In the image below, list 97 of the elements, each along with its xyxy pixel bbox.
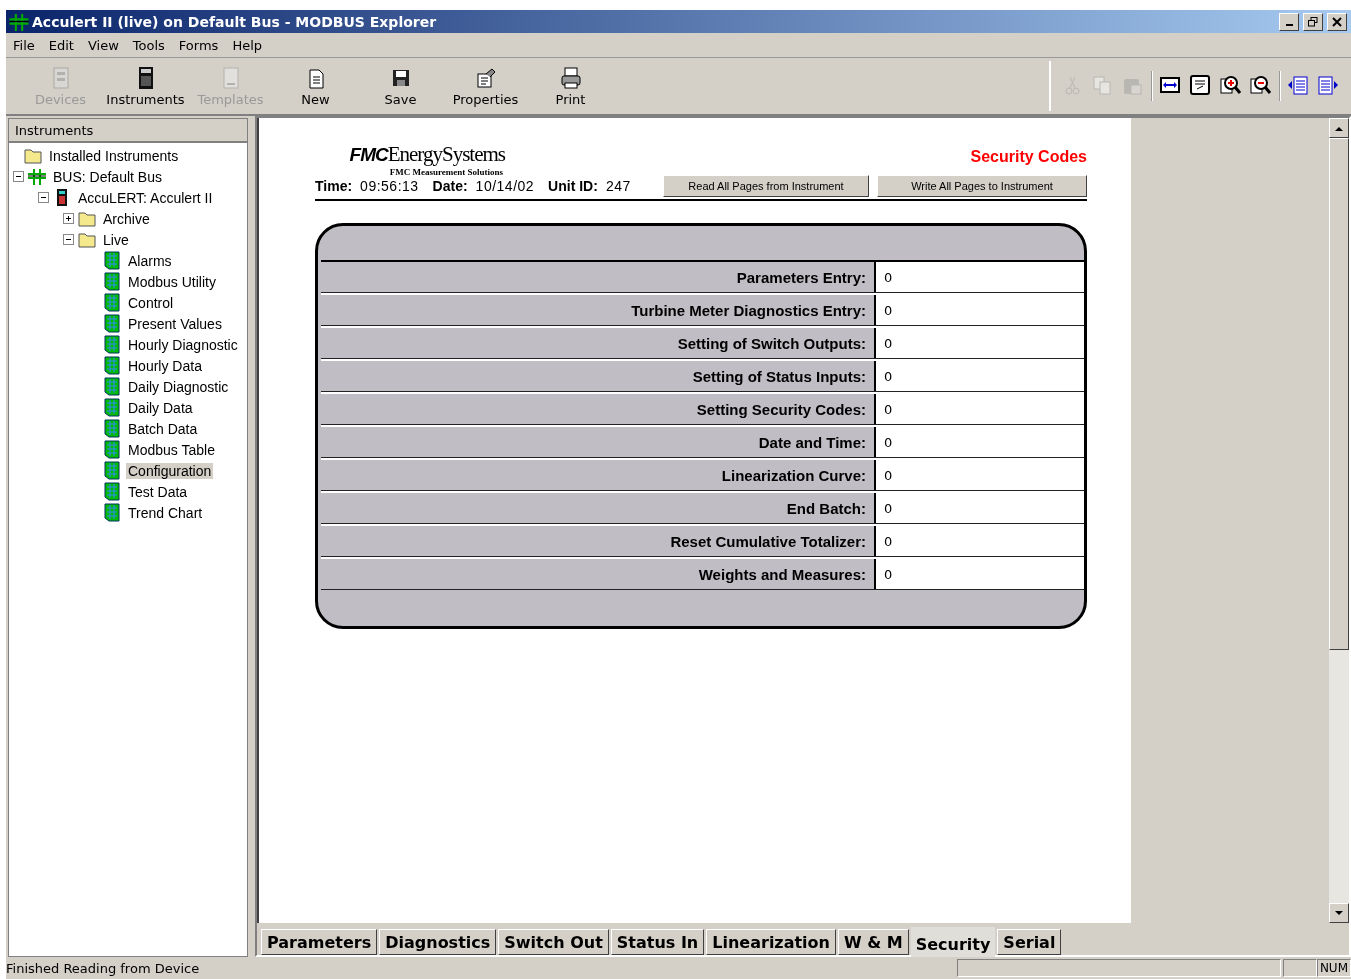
bus-icon [8, 11, 30, 32]
folder-icon [78, 230, 96, 249]
logo-name: EnergySystems [387, 142, 505, 167]
unit-id-value: 247 [605, 178, 631, 194]
tree-item[interactable]: Configuration [126, 462, 214, 479]
bus-icon [28, 167, 46, 186]
input-field[interactable]: 0 [876, 262, 1084, 292]
status-message: Finished Reading from Device [6, 960, 201, 976]
folder-icon [78, 209, 96, 228]
read-button[interactable]: Read All Pages from Instrument [663, 175, 869, 197]
input-field[interactable]: 0 [876, 394, 1084, 424]
grid-icon [103, 314, 121, 333]
tree-item[interactable]: Batch Data [126, 420, 200, 437]
expand-icon[interactable] [63, 213, 74, 224]
toolbar-button[interactable]: Instruments [103, 65, 188, 107]
folder-icon [24, 146, 42, 165]
toolbar-button[interactable]: Print [528, 65, 613, 107]
tree-item[interactable]: Daily Diagnostic [126, 378, 231, 395]
grid-icon [103, 293, 121, 312]
tab[interactable]: Switch Out [498, 929, 609, 955]
restore-icon [1308, 16, 1318, 27]
date-label: Date: [432, 178, 468, 194]
menu-item[interactable]: View [80, 37, 126, 53]
scroll-down-icon[interactable] [1335, 910, 1343, 916]
tab[interactable]: W & M [838, 929, 909, 955]
tree-item[interactable]: Installed Instruments [47, 147, 181, 164]
tree-item[interactable]: Trend Chart [126, 504, 205, 521]
tree-item[interactable]: Daily Data [126, 399, 195, 416]
toolbar-button[interactable]: Properties [443, 65, 528, 107]
tab[interactable]: Linearization [706, 929, 836, 955]
tree-item[interactable]: AccuLERT: Acculert II [76, 189, 215, 206]
close-button[interactable] [1327, 12, 1347, 31]
print-icon [558, 65, 583, 90]
collapse-icon[interactable] [13, 171, 24, 182]
input-field[interactable]: 0 [876, 295, 1084, 325]
previous-page-icon[interactable] [1287, 74, 1311, 98]
tree-item[interactable]: Hourly Data [126, 357, 204, 374]
next-page-icon[interactable] [1317, 74, 1341, 98]
tab[interactable]: Serial [997, 929, 1062, 955]
form-title: Security Codes [970, 148, 1087, 167]
tree-item[interactable]: Alarms [126, 252, 174, 269]
tree-item[interactable]: BUS: Default Bus [51, 168, 164, 185]
grid-icon [103, 356, 121, 375]
collapse-icon[interactable] [63, 234, 74, 245]
grid-icon [103, 272, 121, 291]
grid-icon [103, 251, 121, 270]
tree-item[interactable]: Test Data [126, 483, 190, 500]
grid-icon [103, 377, 121, 396]
toolbar-button[interactable]: New [273, 65, 358, 107]
panel-header: Instruments [8, 118, 248, 142]
minimize-icon [1285, 23, 1293, 26]
unit-id-label: Unit ID: [548, 178, 598, 194]
menu-item[interactable]: File [6, 37, 42, 53]
grid-icon [103, 398, 121, 417]
tab[interactable]: Diagnostics [379, 929, 497, 955]
input-field[interactable]: 0 [876, 361, 1084, 391]
collapse-icon[interactable] [38, 192, 49, 203]
tree-item[interactable]: Control [126, 294, 176, 311]
grid-icon [103, 503, 121, 522]
logo-subtitle: FMC Measurement Solutions [389, 167, 503, 177]
grid-icon [103, 461, 121, 480]
input-field[interactable]: 0 [876, 526, 1084, 556]
logo-mark: FMC [349, 144, 388, 165]
num-lock-indicator: NUM [1316, 959, 1351, 977]
menu-item[interactable]: Help [225, 37, 269, 53]
tree-item[interactable]: Archive [101, 210, 152, 227]
tree-item[interactable]: Modbus Table [126, 441, 217, 458]
tab[interactable]: Security [910, 927, 996, 957]
scroll-up-icon[interactable] [1335, 125, 1343, 131]
time-value: 09:56:13 [360, 178, 419, 194]
tree-item[interactable]: Hourly Diagnostic [126, 336, 240, 353]
menu-item[interactable]: Tools [125, 37, 172, 53]
menu-item[interactable]: Edit [41, 37, 81, 53]
input-field[interactable]: 0 [876, 559, 1084, 589]
scrollbar[interactable] [1329, 118, 1349, 923]
tab[interactable]: Parameters [261, 929, 378, 955]
tree-item[interactable]: Modbus Utility [126, 273, 218, 290]
time-label: Time: [315, 178, 353, 194]
minimize-button[interactable] [1279, 12, 1299, 31]
tab[interactable]: Status In [610, 929, 705, 955]
window-title: Acculert II (live) on Default Bus - MODBUS Explorer [32, 13, 438, 30]
date-value: 10/14/02 [475, 178, 535, 194]
toolbar-button[interactable]: Save [358, 65, 443, 107]
restore-button[interactable] [1303, 12, 1323, 31]
menu-item[interactable]: Forms [171, 37, 226, 53]
tree-item[interactable]: Live [101, 231, 131, 248]
close-icon [1332, 16, 1342, 27]
input-field[interactable]: 0 [876, 460, 1084, 490]
write-button[interactable]: Write All Pages to Instrument [877, 175, 1087, 197]
input-field[interactable]: 0 [876, 493, 1084, 523]
tree-item[interactable]: Present Values [126, 315, 224, 332]
grid-icon [103, 482, 121, 501]
input-field[interactable]: 0 [876, 427, 1084, 457]
input-field[interactable]: 0 [876, 328, 1084, 358]
grid-icon [103, 335, 121, 354]
grid-icon [103, 440, 121, 459]
grid-icon [103, 419, 121, 438]
